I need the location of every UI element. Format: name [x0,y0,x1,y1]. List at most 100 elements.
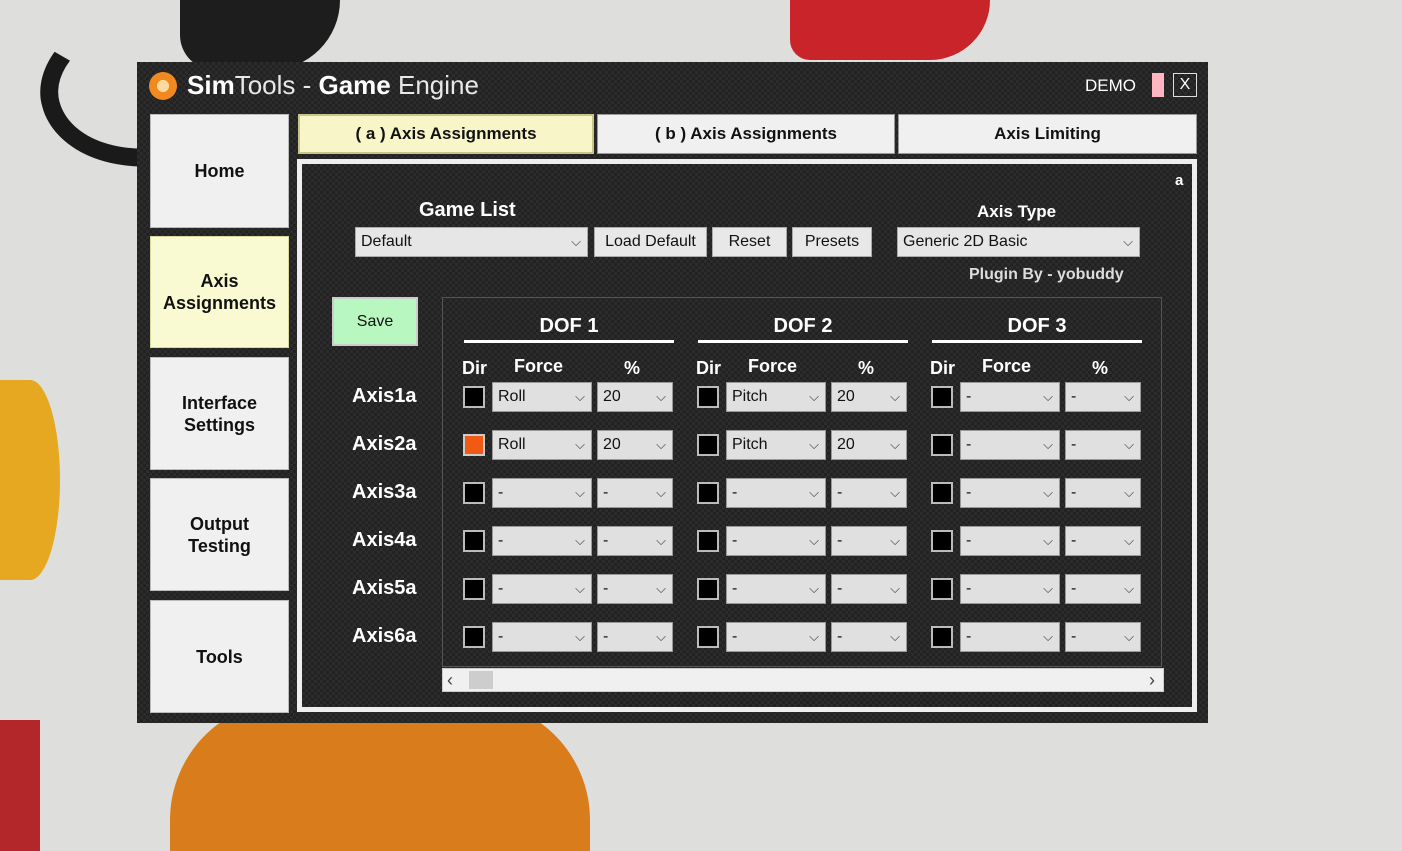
percent-dropdown[interactable]: 20 ⌵ [597,382,673,412]
percent-dropdown[interactable]: - ⌵ [1065,478,1141,508]
column-header-percent: % [1092,358,1109,378]
percent-dropdown[interactable]: - ⌵ [1065,622,1141,652]
tab-axis-assignments-b[interactable]: ( b ) Axis Assignments [597,114,895,154]
force-dropdown[interactable]: - ⌵ [492,574,592,604]
force-dropdown[interactable]: - ⌵ [726,526,826,556]
app-logo-icon [149,72,177,100]
nav-output-testing-button[interactable]: Output Testing [150,478,289,591]
force-value: Pitch [732,388,768,405]
scroll-thumb[interactable] [469,671,493,689]
direction-checkbox[interactable] [697,626,719,648]
force-value: - [498,628,504,645]
force-dropdown[interactable]: - ⌵ [726,478,826,508]
percent-value: - [837,628,843,645]
axis-label: Axis6a [352,625,417,647]
nav-axis-assignments-button[interactable]: Axis Assignments [150,236,289,348]
percent-dropdown[interactable]: - ⌵ [1065,574,1141,604]
direction-checkbox[interactable] [931,626,953,648]
horizontal-scrollbar[interactable]: ‹ › [442,668,1164,692]
direction-checkbox[interactable] [463,626,485,648]
force-dropdown[interactable]: - ⌵ [492,622,592,652]
chevron-down-icon: ⌵ [890,533,900,548]
direction-checkbox[interactable] [697,434,719,456]
force-dropdown[interactable]: - ⌵ [960,622,1060,652]
force-dropdown[interactable]: Pitch ⌵ [726,430,826,460]
scroll-right-icon[interactable]: › [1149,669,1155,691]
percent-value: 20 [603,388,621,405]
force-value: - [966,484,972,501]
tab-axis-limiting[interactable]: Axis Limiting [898,114,1197,154]
direction-checkbox[interactable] [697,482,719,504]
game-list-label: Game List [419,199,516,221]
presets-button[interactable]: Presets [792,227,872,257]
axis-type-dropdown[interactable]: Generic 2D Basic ⌵ [897,227,1140,257]
direction-checkbox[interactable] [697,386,719,408]
force-dropdown[interactable]: - ⌵ [492,526,592,556]
percent-dropdown[interactable]: - ⌵ [831,574,907,604]
reset-button[interactable]: Reset [712,227,787,257]
force-dropdown[interactable]: - ⌵ [960,382,1060,412]
chevron-down-icon: ⌵ [656,437,666,452]
force-value: - [966,436,972,453]
percent-dropdown[interactable]: 20 ⌵ [831,382,907,412]
force-dropdown[interactable]: Roll ⌵ [492,382,592,412]
axis-type-value: Generic 2D Basic [903,233,1028,250]
chevron-down-icon: ⌵ [809,437,819,452]
force-value: - [498,484,504,501]
tab-axis-assignments-a[interactable]: ( a ) Axis Assignments [298,114,594,154]
direction-checkbox[interactable] [931,482,953,504]
percent-dropdown[interactable]: - ⌵ [597,574,673,604]
percent-dropdown[interactable]: - ⌵ [597,526,673,556]
force-dropdown[interactable]: - ⌵ [960,526,1060,556]
force-dropdown[interactable]: - ⌵ [960,430,1060,460]
direction-checkbox[interactable] [463,530,485,552]
percent-dropdown[interactable]: - ⌵ [1065,526,1141,556]
percent-value: 20 [837,388,855,405]
force-dropdown[interactable]: - ⌵ [726,574,826,604]
percent-dropdown[interactable]: 20 ⌵ [831,430,907,460]
force-dropdown[interactable]: - ⌵ [960,478,1060,508]
direction-checkbox[interactable] [463,386,485,408]
load-default-button[interactable]: Load Default [594,227,707,257]
direction-checkbox[interactable] [931,434,953,456]
chevron-down-icon: ⌵ [1043,437,1053,452]
axis-label: Axis3a [352,481,417,503]
percent-dropdown[interactable]: - ⌵ [831,526,907,556]
column-header-percent: % [858,358,875,378]
percent-value: - [603,484,609,501]
nav-tools-button[interactable]: Tools [150,600,289,713]
nav-interface-settings-button[interactable]: Interface Settings [150,357,289,470]
chevron-down-icon: ⌵ [1043,629,1053,644]
direction-checkbox[interactable] [463,578,485,600]
force-dropdown[interactable]: - ⌵ [492,478,592,508]
chevron-down-icon: ⌵ [890,437,900,452]
force-dropdown[interactable]: Roll ⌵ [492,430,592,460]
direction-checkbox[interactable] [931,386,953,408]
direction-checkbox[interactable] [463,482,485,504]
direction-checkbox[interactable] [697,530,719,552]
percent-dropdown[interactable]: - ⌵ [1065,382,1141,412]
nav-home-button[interactable]: Home [150,114,289,228]
force-dropdown[interactable]: - ⌵ [960,574,1060,604]
scroll-left-icon[interactable]: ‹ [447,669,453,691]
chevron-down-icon: ⌵ [1043,581,1053,596]
direction-checkbox[interactable] [931,530,953,552]
direction-checkbox[interactable] [697,578,719,600]
direction-checkbox[interactable] [931,578,953,600]
game-list-dropdown[interactable]: Default ⌵ [355,227,588,257]
force-dropdown[interactable]: - ⌵ [726,622,826,652]
save-button[interactable]: Save [332,297,418,346]
force-dropdown[interactable]: Pitch ⌵ [726,382,826,412]
chevron-down-icon: ⌵ [575,389,585,404]
chevron-down-icon: ⌵ [656,389,666,404]
percent-dropdown[interactable]: 20 ⌵ [597,430,673,460]
percent-dropdown[interactable]: - ⌵ [597,622,673,652]
percent-dropdown[interactable]: - ⌵ [831,622,907,652]
percent-dropdown[interactable]: - ⌵ [1065,430,1141,460]
direction-checkbox[interactable] [463,434,485,456]
percent-dropdown[interactable]: - ⌵ [831,478,907,508]
chevron-down-icon: ⌵ [809,629,819,644]
percent-dropdown[interactable]: - ⌵ [597,478,673,508]
close-button[interactable]: X [1173,73,1197,97]
title-bar[interactable]: SimTools - Game Engine DEMO X [137,62,1208,110]
